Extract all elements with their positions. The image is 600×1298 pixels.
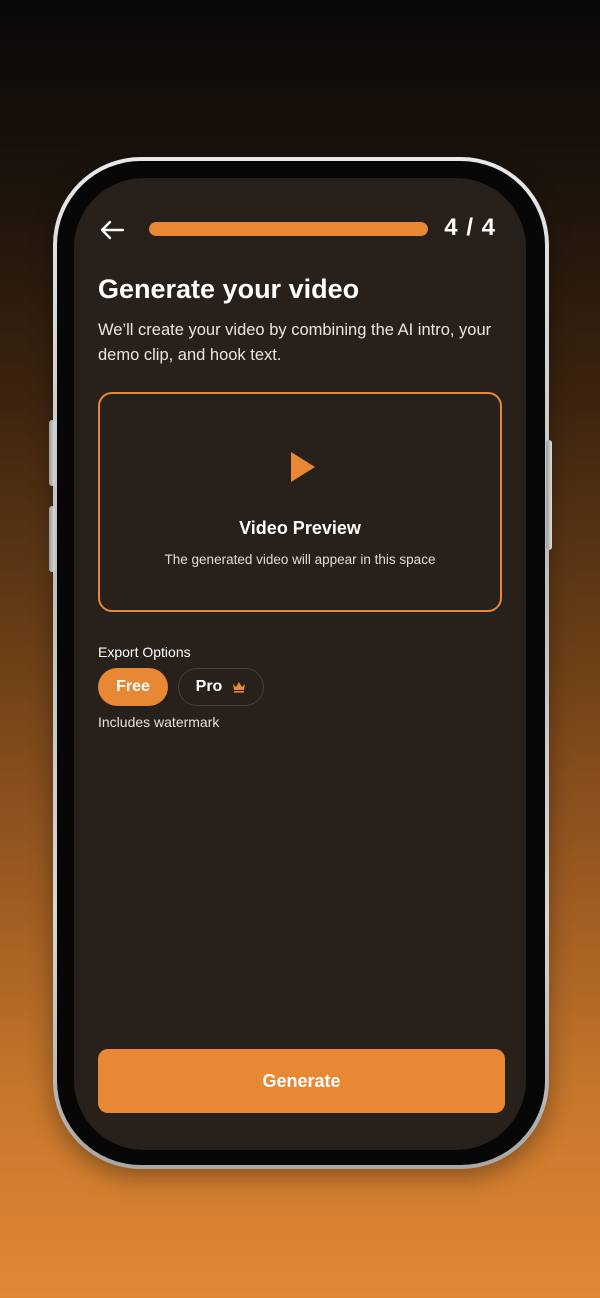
volume-up-button <box>49 420 55 486</box>
play-icon <box>291 452 315 482</box>
export-note: Includes watermark <box>98 714 220 730</box>
crown-icon <box>233 682 246 693</box>
generate-button[interactable]: Generate <box>98 1049 505 1113</box>
arrow-left-icon <box>100 220 125 240</box>
video-preview-card[interactable]: Video Preview The generated video will a… <box>98 392 502 612</box>
step-counter: 4 / 4 <box>444 214 496 241</box>
export-option-pro[interactable]: Pro <box>178 668 264 706</box>
page-subtitle: We’ll create your video by combining the… <box>98 321 492 364</box>
progress-bar <box>149 222 428 236</box>
export-option-free-label: Free <box>116 678 150 695</box>
preview-subtitle: The generated video will appear in this … <box>164 552 436 567</box>
back-button[interactable] <box>96 214 128 246</box>
power-button <box>546 440 552 550</box>
export-option-free[interactable]: Free <box>98 668 168 706</box>
volume-down-button <box>49 506 55 572</box>
app-screen: 4 / 4 Generate your video We’ll create y… <box>74 178 526 1150</box>
export-options-label: Export Options <box>98 644 191 660</box>
page-title: Generate your video <box>98 274 360 304</box>
preview-title: Video Preview <box>239 518 361 538</box>
export-option-pro-label: Pro <box>195 678 223 695</box>
progress-bar-fill <box>149 222 428 236</box>
